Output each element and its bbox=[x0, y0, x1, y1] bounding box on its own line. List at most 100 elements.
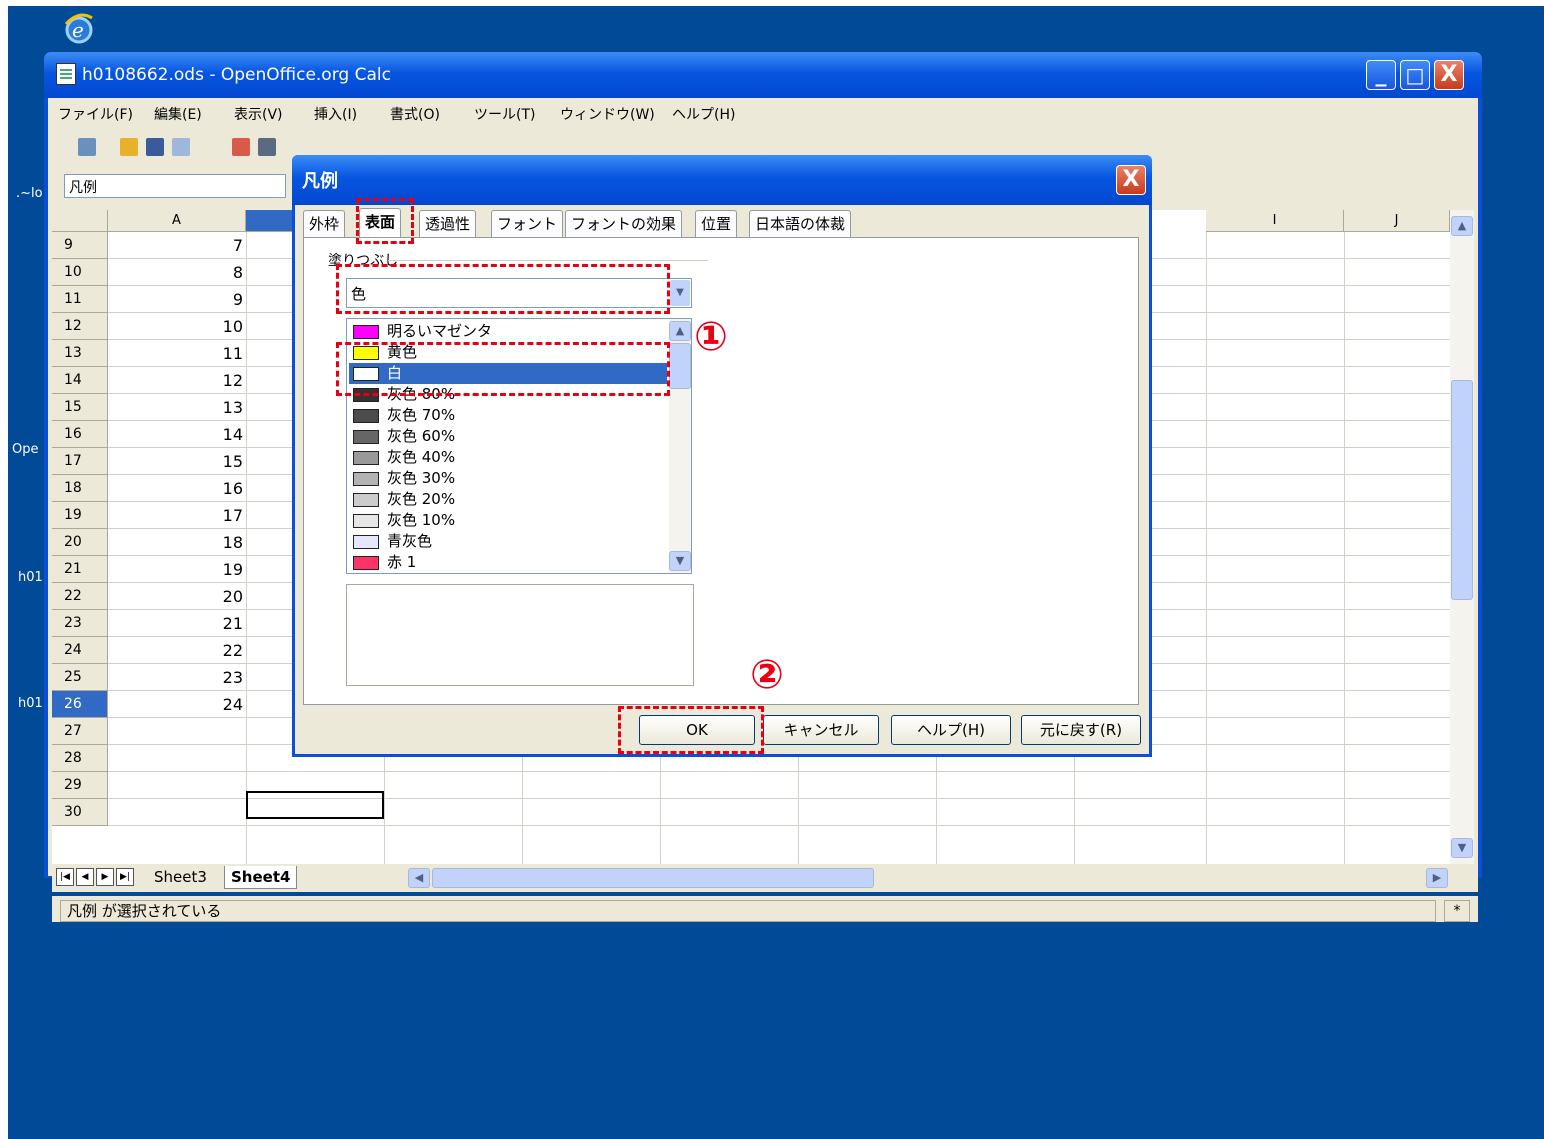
cell-a[interactable]: 24 bbox=[108, 691, 246, 718]
list-scroll-thumb[interactable] bbox=[669, 343, 691, 389]
color-list-item[interactable]: 明るいマゼンタ bbox=[349, 321, 667, 342]
first-sheet-button[interactable]: |◀ bbox=[56, 868, 74, 886]
scroll-thumb[interactable] bbox=[1451, 380, 1473, 600]
cell-a[interactable]: 21 bbox=[108, 610, 246, 637]
row-header[interactable]: 12 bbox=[52, 313, 108, 340]
cell-a[interactable] bbox=[108, 718, 246, 745]
last-sheet-button[interactable]: ▶| bbox=[116, 868, 134, 886]
name-box[interactable]: 凡例 bbox=[64, 174, 286, 198]
menu-tools[interactable]: ツール(T) bbox=[474, 104, 535, 124]
tab-font[interactable]: フォント bbox=[491, 210, 564, 238]
column-header-i[interactable]: I bbox=[1206, 210, 1344, 232]
cell-a[interactable]: 20 bbox=[108, 583, 246, 610]
tab-borders[interactable]: 外枠 bbox=[303, 210, 346, 238]
help-button[interactable]: ヘルプ(H) bbox=[891, 715, 1011, 745]
cell-a[interactable]: 18 bbox=[108, 529, 246, 556]
cell-a[interactable]: 12 bbox=[108, 367, 246, 394]
cell-a[interactable]: 10 bbox=[108, 313, 246, 340]
new-document-icon[interactable] bbox=[78, 138, 96, 156]
column-header-a[interactable]: A bbox=[108, 210, 246, 232]
row-cells[interactable] bbox=[246, 799, 1450, 826]
vertical-scrollbar[interactable]: ▲ ▼ bbox=[1450, 210, 1474, 864]
row-header[interactable]: 9 bbox=[52, 232, 108, 259]
menu-insert[interactable]: 挿入(I) bbox=[314, 104, 357, 124]
menu-help[interactable]: ヘルプ(H) bbox=[672, 104, 735, 124]
sheet-tab-sheet3[interactable]: Sheet3 bbox=[148, 866, 213, 888]
tab-asian-typography[interactable]: 日本語の体裁 bbox=[749, 210, 852, 238]
active-cell-cursor[interactable] bbox=[246, 791, 384, 819]
row-header[interactable]: 23 bbox=[52, 610, 108, 637]
hscroll-right-button[interactable]: ▶ bbox=[1426, 868, 1448, 888]
dialog-close-button[interactable]: X bbox=[1116, 165, 1146, 195]
menu-edit[interactable]: 編集(E) bbox=[154, 104, 202, 124]
row-header[interactable]: 11 bbox=[52, 286, 108, 313]
row-header[interactable]: 26 bbox=[52, 691, 108, 718]
row-header[interactable]: 28 bbox=[52, 745, 108, 772]
tab-font-effects[interactable]: フォントの効果 bbox=[565, 210, 683, 238]
row-header[interactable]: 14 bbox=[52, 367, 108, 394]
row-header[interactable]: 17 bbox=[52, 448, 108, 475]
row-header[interactable]: 21 bbox=[52, 556, 108, 583]
print-icon[interactable] bbox=[258, 138, 276, 156]
scroll-down-button[interactable]: ▼ bbox=[1451, 838, 1473, 858]
sheet-tab-sheet4[interactable]: Sheet4 bbox=[224, 866, 298, 889]
hscroll-thumb[interactable] bbox=[432, 868, 874, 888]
cancel-button[interactable]: キャンセル bbox=[763, 715, 879, 745]
row-cells[interactable] bbox=[246, 772, 1450, 799]
color-list-item[interactable]: 灰色 60% bbox=[349, 426, 667, 447]
row-header[interactable]: 20 bbox=[52, 529, 108, 556]
chevron-down-icon[interactable]: ▼ bbox=[670, 280, 690, 306]
color-list-item[interactable]: 灰色 20% bbox=[349, 489, 667, 510]
cell-a[interactable] bbox=[108, 799, 246, 826]
color-list-item[interactable]: 灰色 70% bbox=[349, 405, 667, 426]
cell-a[interactable]: 7 bbox=[108, 232, 246, 259]
color-list-item[interactable]: 青灰色 bbox=[349, 531, 667, 552]
row-header[interactable]: 10 bbox=[52, 259, 108, 286]
prev-sheet-button[interactable]: ◀ bbox=[76, 868, 94, 886]
row-header[interactable]: 30 bbox=[52, 799, 108, 826]
cell-a[interactable]: 14 bbox=[108, 421, 246, 448]
desktop-icon-label[interactable]: h01 bbox=[18, 696, 43, 711]
cell-a[interactable]: 9 bbox=[108, 286, 246, 313]
hscroll-left-button[interactable]: ◀ bbox=[408, 868, 430, 888]
export-pdf-icon[interactable] bbox=[232, 138, 250, 156]
desktop-icon-label[interactable]: h01 bbox=[18, 570, 43, 585]
menu-file[interactable]: ファイル(F) bbox=[58, 104, 133, 124]
cell-a[interactable]: 17 bbox=[108, 502, 246, 529]
list-scroll-up-button[interactable]: ▲ bbox=[669, 321, 691, 341]
cell-a[interactable]: 15 bbox=[108, 448, 246, 475]
close-button[interactable]: X bbox=[1434, 60, 1464, 90]
row-header[interactable]: 27 bbox=[52, 718, 108, 745]
row-header[interactable]: 29 bbox=[52, 772, 108, 799]
scroll-up-button[interactable]: ▲ bbox=[1451, 216, 1473, 236]
cell-a[interactable]: 11 bbox=[108, 340, 246, 367]
list-scroll-down-button[interactable]: ▼ bbox=[669, 551, 691, 571]
window-titlebar[interactable]: h0108662.ods - OpenOffice.org Calc _ □ X bbox=[44, 52, 1482, 98]
row-header[interactable]: 13 bbox=[52, 340, 108, 367]
cell-a[interactable]: 16 bbox=[108, 475, 246, 502]
color-list-item[interactable]: 赤 1 bbox=[349, 552, 667, 573]
corner-header[interactable] bbox=[52, 210, 108, 232]
color-list-item[interactable]: 灰色 40% bbox=[349, 447, 667, 468]
save-icon[interactable] bbox=[146, 138, 164, 156]
row-header[interactable]: 22 bbox=[52, 583, 108, 610]
cell-a[interactable] bbox=[108, 745, 246, 772]
desktop-icon-label[interactable]: Ope bbox=[12, 442, 38, 457]
tab-position[interactable]: 位置 bbox=[695, 210, 738, 238]
dialog-titlebar[interactable]: 凡例 X bbox=[292, 155, 1152, 205]
email-icon[interactable] bbox=[172, 138, 190, 156]
color-list-item[interactable]: 灰色 30% bbox=[349, 468, 667, 489]
desktop-icon-label[interactable]: .~lo bbox=[16, 186, 43, 201]
menu-view[interactable]: 表示(V) bbox=[234, 104, 283, 124]
cell-a[interactable]: 13 bbox=[108, 394, 246, 421]
row-header[interactable]: 24 bbox=[52, 637, 108, 664]
cell-a[interactable]: 8 bbox=[108, 259, 246, 286]
row-header[interactable]: 19 bbox=[52, 502, 108, 529]
cell-a[interactable]: 23 bbox=[108, 664, 246, 691]
menu-format[interactable]: 書式(O) bbox=[390, 104, 440, 124]
reset-button[interactable]: 元に戻す(R) bbox=[1021, 715, 1141, 745]
column-header-j[interactable]: J bbox=[1344, 210, 1450, 232]
cell-a[interactable] bbox=[108, 772, 246, 799]
row-header[interactable]: 16 bbox=[52, 421, 108, 448]
open-folder-icon[interactable] bbox=[120, 138, 138, 156]
